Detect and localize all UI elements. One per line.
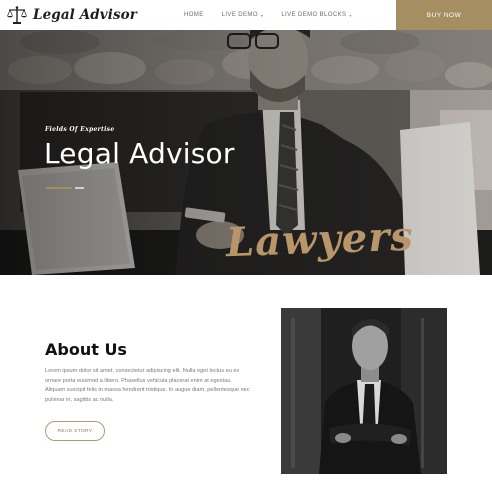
main-nav: HOME LIVE DEMO ▾ LIVE DEMO BLOCKS ▾ xyxy=(184,0,370,30)
hero-script-word: Lawyers xyxy=(225,212,415,267)
portrait-photo xyxy=(281,308,447,474)
hero-title: Legal Advisor xyxy=(44,137,235,170)
chevron-down-icon: ▾ xyxy=(349,12,352,18)
read-story-button[interactable]: READ STORY xyxy=(45,421,105,441)
nav-home[interactable]: HOME xyxy=(184,12,204,18)
nav-home-label: HOME xyxy=(184,12,204,18)
about-title: About Us xyxy=(45,340,127,359)
page: Legal Advisor HOME LIVE DEMO ▾ LIVE DEMO… xyxy=(0,0,492,492)
nav-live-demo-blocks-label: LIVE DEMO BLOCKS xyxy=(281,12,347,18)
brand-logo[interactable]: Legal Advisor xyxy=(6,5,137,25)
nav-live-demo[interactable]: LIVE DEMO ▾ xyxy=(222,12,264,18)
hero-kicker: Fields Of Expertise xyxy=(45,126,115,133)
site-header: Legal Advisor HOME LIVE DEMO ▾ LIVE DEMO… xyxy=(0,0,492,30)
hero-banner: Fields Of Expertise Legal Advisor Lawyer… xyxy=(0,30,492,275)
hero-divider-secondary xyxy=(75,187,84,189)
about-body-text: Lorem ipsum dolor sit amet, consectetur … xyxy=(45,368,250,403)
brand-name: Legal Advisor xyxy=(33,7,138,23)
nav-live-demo-label: LIVE DEMO xyxy=(221,12,258,18)
hero-accent-divider xyxy=(46,187,72,189)
buy-now-button[interactable]: BUY NOW xyxy=(396,0,492,30)
nav-live-demo-blocks[interactable]: LIVE DEMO BLOCKS ▾ xyxy=(281,12,352,18)
scales-of-justice-icon xyxy=(7,6,27,24)
chevron-down-icon: ▾ xyxy=(260,12,264,18)
lawyer-portrait-image xyxy=(281,308,447,474)
